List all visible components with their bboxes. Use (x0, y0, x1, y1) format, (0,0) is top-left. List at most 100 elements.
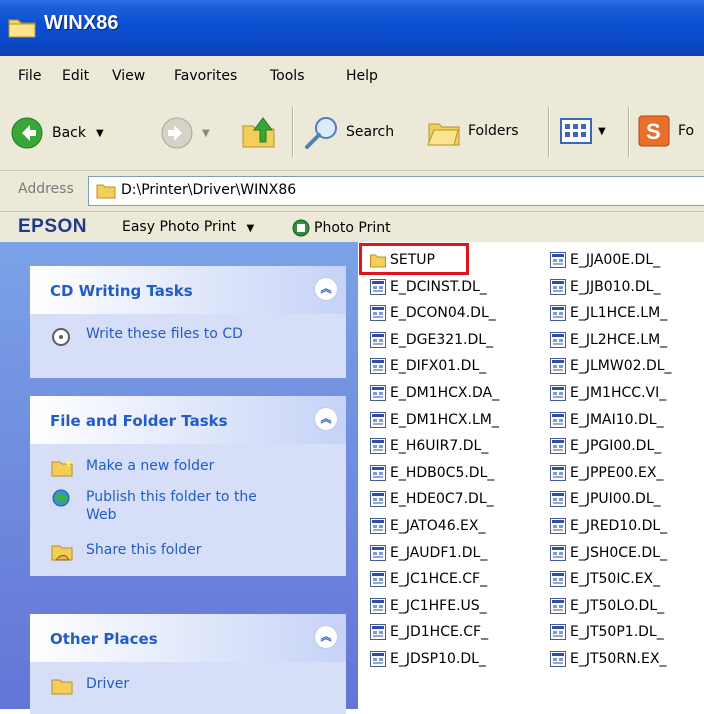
file-icon (370, 651, 386, 667)
menu-favorites[interactable]: Favorites (174, 68, 237, 84)
photo-print-button[interactable]: Photo Print (292, 219, 391, 237)
back-button[interactable]: Back ▼ (10, 116, 104, 150)
cd-writing-tasks-header[interactable]: CD Writing Tasks ︽ (30, 266, 346, 314)
file-list: SETUP E_DCINST.DL_ E_DCON04.DL_ E_DGE321.DL… (358, 242, 704, 709)
file-item[interactable]: E_H6UIR7.DL_ (370, 436, 488, 456)
forward-button[interactable]: ▼ (160, 116, 210, 150)
forward-dropdown-icon[interactable]: ▼ (202, 128, 210, 139)
search-button[interactable]: Search (302, 114, 394, 150)
file-icon (550, 278, 566, 295)
file-item[interactable]: E_JPGI00.DL_ (550, 436, 661, 456)
share-folder-icon (51, 545, 73, 561)
file-item[interactable]: E_JJA00E.DL_ (550, 250, 660, 270)
views-icon (560, 118, 592, 144)
collapse-chevron-icon[interactable]: ︽ (314, 277, 338, 301)
file-name: E_JC1HFE.US_ (390, 597, 487, 614)
file-name: E_JL2HCE.LM_ (570, 331, 668, 348)
file-name: E_JM1HCC.VI_ (570, 385, 667, 401)
sync-button[interactable]: S Fo (638, 114, 694, 148)
file-name: E_JMAI10.DL_ (570, 411, 664, 428)
file-icon (370, 438, 386, 455)
file-name: E_JPUI00.DL_ (570, 491, 661, 508)
file-item[interactable]: E_DCINST.DL_ (370, 277, 487, 297)
other-places-panel: Other Places ︽ Driver (30, 614, 346, 714)
file-item[interactable]: E_JC1HFE.US_ (370, 596, 487, 616)
globe-icon (52, 489, 70, 507)
file-item[interactable]: E_JSH0CE.DL_ (550, 543, 667, 563)
setup-folder[interactable]: SETUP (370, 250, 435, 270)
file-icon (370, 624, 386, 641)
address-label: Address (18, 181, 74, 197)
up-folder-button[interactable] (240, 112, 278, 150)
file-item[interactable]: E_HDE0C7.DL_ (370, 489, 494, 509)
menu-tools[interactable]: Tools (270, 68, 305, 84)
file-name: E_JT50RN.EX_ (570, 651, 667, 667)
menu-help[interactable]: Help (346, 68, 378, 84)
epson-toolbar: EPSON Easy Photo Print ▼ Photo Print (0, 212, 704, 242)
file-item[interactable]: E_DCON04.DL_ (370, 303, 496, 323)
file-icon (370, 278, 386, 295)
folders-button[interactable]: Folders (426, 114, 519, 148)
folder-icon (8, 19, 36, 38)
file-name: E_DGE321.DL_ (390, 331, 494, 348)
file-item[interactable]: E_JT50RN.EX_ (550, 649, 666, 669)
back-dropdown-icon[interactable]: ▼ (96, 128, 104, 139)
file-item[interactable]: E_JL2HCE.LM_ (550, 330, 667, 350)
file-name: E_JJB010.DL_ (570, 278, 661, 295)
views-button[interactable]: ▼ (560, 118, 606, 144)
publish-folder-to-web-link[interactable]: Publish this folder to the Web (50, 488, 270, 524)
file-icon (550, 252, 566, 268)
file-item[interactable]: E_JRED10.DL_ (550, 516, 667, 536)
file-item[interactable]: E_JMAI10.DL_ (550, 410, 664, 430)
menu-edit[interactable]: Edit (62, 68, 89, 84)
file-item[interactable]: E_DGE321.DL_ (370, 330, 493, 350)
file-item[interactable]: E_JL1HCE.LM_ (550, 303, 667, 323)
file-item[interactable]: E_JPPE00.EX_ (550, 463, 663, 483)
file-name: E_JPPE00.EX_ (570, 464, 664, 481)
collapse-chevron-icon[interactable]: ︽ (314, 625, 338, 649)
file-item[interactable]: E_JLMW02.DL_ (550, 356, 672, 376)
file-item[interactable]: E_JM1HCC.VI_ (550, 383, 666, 403)
folder-icon (51, 679, 73, 695)
other-places-header[interactable]: Other Places ︽ (30, 614, 346, 662)
file-item[interactable]: E_JD1HCE.CF_ (370, 622, 488, 642)
file-item[interactable]: E_JJB010.DL_ (550, 277, 660, 297)
menu-file[interactable]: File (18, 68, 41, 84)
file-item[interactable]: E_JDSP10.DL_ (370, 649, 486, 669)
file-item[interactable]: E_JT50P1.DL_ (550, 622, 664, 642)
file-name: E_JPGI00.DL_ (570, 438, 662, 455)
file-item[interactable]: E_JAUDF1.DL_ (370, 543, 487, 563)
file-item[interactable]: E_DIFX01.DL_ (370, 356, 486, 376)
address-path: D:\Printer\Driver\WINX86 (121, 182, 297, 198)
file-item[interactable]: E_JATO46.EX_ (370, 516, 486, 536)
make-new-folder-link[interactable]: Make a new folder (50, 458, 214, 478)
easy-photo-print-menu[interactable]: Easy Photo Print ▼ (122, 219, 254, 235)
file-name: E_DM1HCX.DA_ (390, 385, 500, 401)
file-item[interactable]: E_DM1HCX.DA_ (370, 383, 499, 403)
driver-folder-link[interactable]: Driver (50, 676, 129, 696)
file-icon (550, 411, 566, 428)
file-and-folder-tasks-header[interactable]: File and Folder Tasks ︽ (30, 396, 346, 444)
file-name: E_DCON04.DL_ (390, 305, 496, 322)
address-input[interactable]: D:\Printer\Driver\WINX86 (88, 176, 704, 206)
share-folder-link[interactable]: Share this folder (50, 542, 202, 562)
views-dropdown-icon[interactable]: ▼ (598, 126, 606, 137)
file-icon (550, 331, 566, 348)
file-item[interactable]: E_JPUI00.DL_ (550, 489, 661, 509)
file-item[interactable]: E_DM1HCX.LM_ (370, 410, 499, 430)
file-name: E_JJA00E.DL_ (570, 252, 661, 268)
file-name: E_DCINST.DL_ (390, 278, 487, 295)
menu-view[interactable]: View (112, 68, 145, 84)
file-name: E_JT50P1.DL_ (570, 624, 664, 641)
file-item[interactable]: E_HDB0C5.DL_ (370, 463, 494, 483)
collapse-chevron-icon[interactable]: ︽ (314, 407, 338, 431)
file-item[interactable]: E_JT50IC.EX_ (550, 569, 660, 589)
file-item[interactable]: E_JC1HCE.CF_ (370, 569, 487, 589)
cd-writing-tasks-panel: CD Writing Tasks ︽ Write these files to … (30, 266, 346, 378)
file-item[interactable]: E_JT50LO.DL_ (550, 596, 664, 616)
file-name: E_JRED10.DL_ (570, 518, 668, 534)
file-name: E_JSH0CE.DL_ (570, 544, 667, 561)
file-name: E_JLMW02.DL_ (570, 358, 672, 375)
write-files-to-cd-link[interactable]: Write these files to CD (50, 326, 243, 346)
file-name: E_DM1HCX.LM_ (390, 411, 499, 428)
